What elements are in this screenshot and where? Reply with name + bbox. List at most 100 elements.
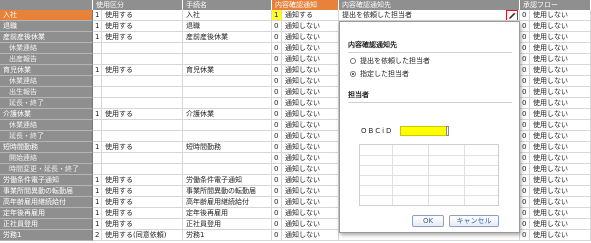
approval-flow-cell[interactable]: 使用しない — [530, 65, 591, 76]
confirm-number[interactable]: 0 — [272, 76, 282, 87]
row-name-cell[interactable]: 出産報告 — [0, 54, 93, 65]
approval-number[interactable]: 0 — [520, 76, 530, 87]
usage-number[interactable] — [93, 43, 102, 54]
usage-number[interactable]: 1 — [93, 65, 102, 76]
confirm-notify-cell[interactable]: 通知しない — [282, 32, 339, 43]
confirm-number[interactable]: 0 — [272, 120, 282, 131]
form-name-cell[interactable] — [183, 131, 272, 142]
confirm-notify-cell[interactable]: 通知しない — [282, 43, 339, 54]
approval-flow-cell[interactable]: 使用しない — [530, 120, 591, 131]
approval-number[interactable]: 0 — [520, 10, 530, 21]
confirm-number[interactable]: 0 — [272, 21, 282, 32]
row-name-cell[interactable]: 育児休業 — [0, 65, 93, 76]
usage-cell[interactable] — [102, 98, 183, 109]
usage-number[interactable]: 1 — [93, 10, 102, 21]
confirm-notify-cell[interactable]: 通知しない — [282, 186, 339, 197]
approval-number[interactable]: 0 — [520, 175, 530, 186]
confirm-number[interactable]: 0 — [272, 32, 282, 43]
usage-cell[interactable]: 使用する — [102, 208, 183, 219]
usage-number[interactable] — [93, 164, 102, 175]
usage-cell[interactable]: 使用する(同意依頼) — [102, 230, 183, 241]
approval-number[interactable]: 0 — [520, 65, 530, 76]
usage-number[interactable] — [93, 76, 102, 87]
confirm-notify-cell[interactable]: 通知しない — [282, 120, 339, 131]
approval-flow-cell[interactable]: 使用しない — [530, 142, 591, 153]
radio-button[interactable] — [350, 58, 356, 64]
approval-flow-cell[interactable]: 使用しない — [530, 230, 591, 241]
confirm-number[interactable]: 1 — [272, 10, 282, 21]
radio-option-requester[interactable]: 提出を依頼した担当者 — [350, 56, 430, 66]
usage-cell[interactable] — [102, 87, 183, 98]
row-name-cell[interactable]: 出生報告 — [0, 87, 93, 98]
approval-number[interactable]: 0 — [520, 32, 530, 43]
usage-cell[interactable]: 使用する — [102, 175, 183, 186]
usage-number[interactable]: 1 — [93, 197, 102, 208]
radio-option-specified[interactable]: 指定した担当者 — [350, 69, 409, 79]
obcid-input[interactable] — [400, 126, 447, 136]
row-name-cell[interactable]: 事業所間異動の転勤届 — [0, 186, 93, 197]
approval-flow-cell[interactable]: 使用しない — [530, 153, 591, 164]
form-name-cell[interactable] — [183, 87, 272, 98]
approval-number[interactable]: 0 — [520, 186, 530, 197]
approval-number[interactable]: 0 — [520, 120, 530, 131]
confirm-number[interactable]: 0 — [272, 164, 282, 175]
obcid-search-button[interactable] — [446, 126, 449, 136]
approval-number[interactable]: 0 — [520, 164, 530, 175]
usage-number[interactable] — [93, 98, 102, 109]
usage-number[interactable]: 1 — [93, 109, 102, 120]
row-name-cell[interactable]: 産前産後休業 — [0, 32, 93, 43]
usage-number[interactable]: 1 — [93, 175, 102, 186]
confirm-notify-cell[interactable]: 通知しない — [282, 131, 339, 142]
confirm-number[interactable]: 0 — [272, 54, 282, 65]
row-name-cell[interactable]: 延長・終了 — [0, 131, 93, 142]
confirm-number[interactable]: 0 — [272, 43, 282, 54]
ok-button[interactable]: OK — [412, 215, 444, 227]
confirm-number[interactable]: 0 — [272, 175, 282, 186]
confirm-number[interactable]: 0 — [272, 131, 282, 142]
usage-number[interactable]: 1 — [93, 21, 102, 32]
row-name-cell[interactable]: 退職 — [0, 21, 93, 32]
edit-target-button[interactable] — [506, 10, 518, 20]
usage-number[interactable]: 2 — [93, 230, 102, 241]
usage-number[interactable]: 1 — [93, 219, 102, 230]
approval-number[interactable]: 0 — [520, 219, 530, 230]
confirm-notify-cell[interactable]: 通知しない — [282, 230, 339, 241]
approval-number[interactable]: 0 — [520, 142, 530, 153]
row-name-cell[interactable]: 定年後再雇用 — [0, 208, 93, 219]
form-name-cell[interactable]: 正社員登用 — [183, 219, 272, 230]
row-name-cell[interactable]: 正社員登用 — [0, 219, 93, 230]
usage-cell[interactable]: 使用する — [102, 197, 183, 208]
approval-flow-cell[interactable]: 使用しない — [530, 109, 591, 120]
row-name-cell[interactable]: 延長・終了 — [0, 98, 93, 109]
approval-number[interactable]: 0 — [520, 54, 530, 65]
usage-cell[interactable] — [102, 164, 183, 175]
usage-cell[interactable]: 使用する — [102, 21, 183, 32]
approval-number[interactable]: 0 — [520, 109, 530, 120]
confirm-notify-cell[interactable]: 通知しない — [282, 54, 339, 65]
approval-number[interactable]: 0 — [520, 131, 530, 142]
header-approval-flow[interactable]: 承認フロー — [520, 0, 591, 10]
confirm-number[interactable]: 0 — [272, 208, 282, 219]
usage-number[interactable]: 1 — [93, 208, 102, 219]
usage-number[interactable] — [93, 54, 102, 65]
approval-flow-cell[interactable]: 使用しない — [530, 10, 591, 21]
approval-number[interactable]: 0 — [520, 98, 530, 109]
approval-flow-cell[interactable]: 使用しない — [530, 76, 591, 87]
approval-flow-cell[interactable]: 使用しない — [530, 87, 591, 98]
confirm-notify-cell[interactable]: 通知しない — [282, 109, 339, 120]
form-name-cell[interactable]: 育児休業 — [183, 65, 272, 76]
usage-cell[interactable] — [102, 43, 183, 54]
usage-cell[interactable] — [102, 54, 183, 65]
usage-cell[interactable]: 使用する — [102, 219, 183, 230]
usage-cell[interactable] — [102, 120, 183, 131]
approval-number[interactable]: 0 — [520, 153, 530, 164]
row-name-cell[interactable]: 開始連絡 — [0, 153, 93, 164]
row-name-cell[interactable]: 時間変更・延長・終了 — [0, 164, 93, 175]
form-name-cell[interactable]: 定年後再雇用 — [183, 208, 272, 219]
approval-number[interactable]: 0 — [520, 208, 530, 219]
usage-number[interactable]: 1 — [93, 186, 102, 197]
row-name-cell[interactable]: 短時間勤務 — [0, 142, 93, 153]
confirm-notify-cell[interactable]: 通知しない — [282, 87, 339, 98]
confirm-number[interactable]: 0 — [272, 65, 282, 76]
form-name-cell[interactable] — [183, 153, 272, 164]
